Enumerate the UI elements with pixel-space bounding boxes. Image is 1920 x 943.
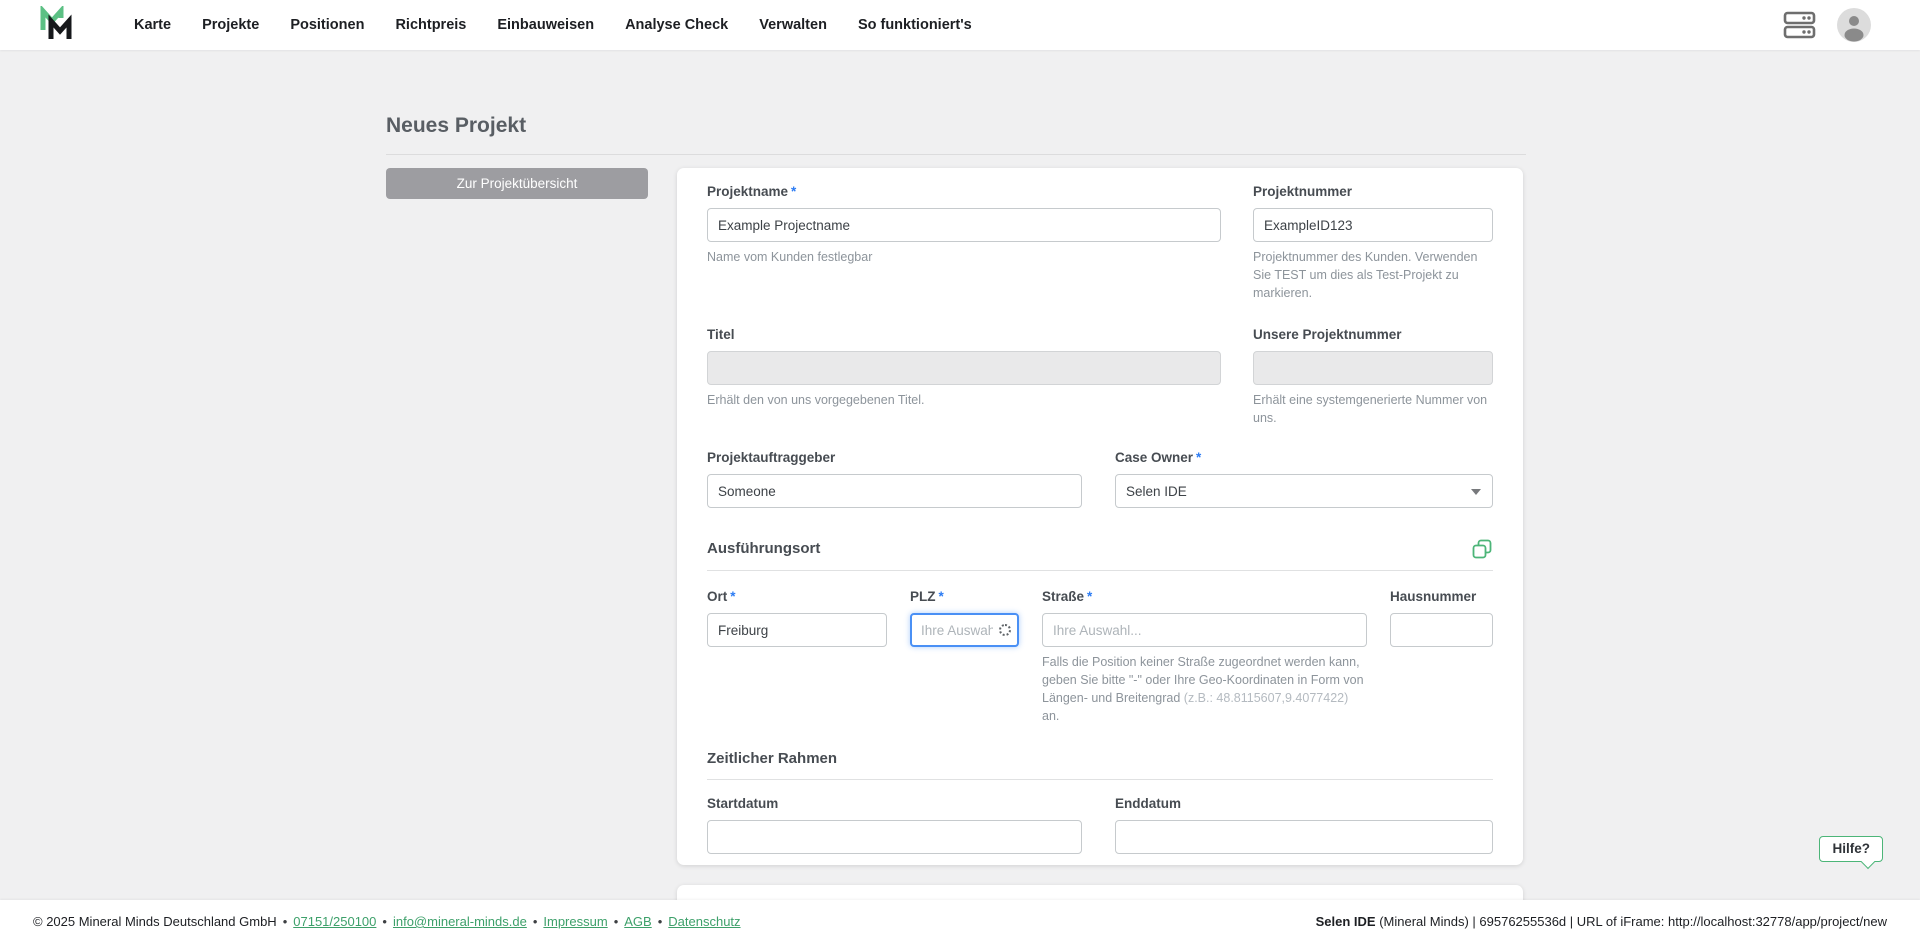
field-titel: Titel Erhält den von uns vorgegebenen Ti… [707,325,1221,427]
nav-item-analyse-check[interactable]: Analyse Check [625,17,728,33]
footer: © 2025 Mineral Minds Deutschland GmbH • … [0,900,1920,943]
copy-location-icon[interactable] [1471,538,1493,560]
form-row-dates: Startdatum Enddatum [707,794,1493,854]
top-navbar: Karte Projekte Positionen Richtpreis Einbauw… [0,0,1920,50]
hausnummer-input[interactable] [1390,613,1493,647]
projektname-helper: Name vom Kunden festlegbar [707,250,873,264]
case-owner-select[interactable]: Selen IDE [1115,474,1493,508]
footer-separator: • [613,914,619,929]
field-enddatum: Enddatum [1115,794,1493,854]
loading-spinner-icon [999,624,1011,636]
copyright-text: © 2025 Mineral Minds Deutschland GmbH [33,914,277,929]
page-title: Neues Projekt [386,114,527,137]
projektnummer-helper: Projektnummer des Kunden. Verwenden Sie … [1253,250,1478,300]
field-strasse: Straße* Falls die Position keiner Straße… [1042,587,1367,725]
next-card-sliver [677,885,1523,900]
required-asterisk: * [730,589,736,604]
help-button[interactable]: Hilfe? [1819,836,1883,862]
strasse-input[interactable] [1042,613,1367,647]
plz-label: PLZ * [910,589,944,604]
form-row-3: Projektauftraggeber Case Owner* Selen ID… [707,448,1493,508]
logo-double-m-icon [40,6,72,39]
copy-icon [1472,539,1492,559]
required-asterisk: * [938,589,944,604]
field-case-owner: Case Owner * Selen IDE [1115,448,1493,508]
required-asterisk: * [1087,589,1093,604]
strasse-helper: Falls die Position keiner Straße zugeord… [1042,655,1364,723]
form-row-1: Projektname* Name vom Kunden festlegbar … [707,182,1493,302]
ausfuehrungsort-divider [707,570,1493,571]
unsere-projektnummer-label: Unsere Projektnummer [1253,327,1402,342]
field-plz: PLZ * [910,587,1019,725]
form-row-4: Ort* PLZ* Straße* Falls die Position kei… [707,587,1493,725]
footer-email-link[interactable]: info@mineral-minds.de [393,914,527,929]
footer-status-text: Selen IDE (Mineral Minds) | 69576255536d… [1315,914,1887,929]
case-owner-value: Selen IDE [1126,483,1187,499]
field-projektname: Projektname* Name vom Kunden festlegbar [707,182,1221,302]
zeitlicher-rahmen-title: Zeitlicher Rahmen [707,750,838,767]
field-unsere-projektnummer: Unsere Projektnummer Erhält eine systemg… [1253,325,1493,427]
footer-links: Impressum • AGB • Datenschutz [543,914,740,929]
required-asterisk: * [1196,450,1202,465]
nav-items: Karte Projekte Positionen Richtpreis Einbauw… [134,17,972,33]
enddatum-label: Enddatum [1115,796,1181,811]
strasse-label: Straße * [1042,589,1093,604]
enddatum-input[interactable] [1115,820,1493,854]
titel-input [707,351,1221,385]
projektname-label: Projektname * [707,184,797,199]
footer-phone-link[interactable]: 07151/250100 [293,914,376,929]
server-stack-icon[interactable] [1783,10,1816,40]
unsere-projektnummer-helper: Erhält eine systemgenerierte Nummer von … [1253,393,1488,425]
nav-item-positionen[interactable]: Positionen [290,17,364,33]
new-project-form-card: Projektname* Name vom Kunden festlegbar … [677,168,1523,865]
nav-item-projekte[interactable]: Projekte [202,17,259,33]
field-projektnummer: Projektnummer Projektnummer des Kunden. … [1253,182,1493,302]
titel-label: Titel [707,327,735,342]
nav-item-karte[interactable]: Karte [134,17,171,33]
ort-input[interactable] [707,613,887,647]
footer-link-impressum[interactable]: Impressum [543,914,607,929]
section-zeitlicher-rahmen-header: Zeitlicher Rahmen [707,749,1493,769]
field-projektauftraggeber: Projektauftraggeber [707,448,1082,508]
unsere-projektnummer-input [1253,351,1493,385]
footer-separator: • [657,914,663,929]
title-divider [386,154,1526,155]
chevron-down-icon [1471,489,1481,495]
startdatum-input[interactable] [707,820,1082,854]
form-row-2: Titel Erhält den von uns vorgegebenen Ti… [707,325,1493,427]
case-owner-label: Case Owner * [1115,450,1202,465]
field-ort: Ort * [707,587,887,725]
nav-item-richtpreis[interactable]: Richtpreis [395,17,466,33]
strasse-helper-example: (z.B.: 48.8115607,9.4077422) [1183,691,1349,705]
mineral-minds-logo[interactable] [38,6,78,44]
projektauftraggeber-input[interactable] [707,474,1082,508]
user-avatar[interactable] [1837,8,1871,42]
footer-user: Selen IDE [1315,914,1376,929]
ort-label: Ort * [707,589,736,604]
projektnummer-label: Projektnummer [1253,184,1353,199]
zeitlicher-rahmen-divider [707,779,1493,780]
person-icon [1844,16,1864,42]
titel-helper: Erhält den von uns vorgegebenen Titel. [707,393,925,407]
field-hausnummer: Hausnummer [1390,587,1493,725]
nav-item-verwalten[interactable]: Verwalten [759,17,827,33]
projektname-input[interactable] [707,208,1221,242]
nav-item-einbauweisen[interactable]: Einbauweisen [497,17,594,33]
projektauftraggeber-label: Projektauftraggeber [707,450,836,465]
required-asterisk: * [791,184,797,199]
back-to-project-overview-button[interactable]: Zur Projektübersicht [386,168,648,199]
startdatum-label: Startdatum [707,796,779,811]
footer-left: © 2025 Mineral Minds Deutschland GmbH • … [33,914,741,929]
footer-link-datenschutz[interactable]: Datenschutz [668,914,740,929]
nav-item-so-funktioniert-s[interactable]: So funktioniert's [858,17,972,33]
footer-link-agb[interactable]: AGB [624,914,651,929]
nav-right [1783,8,1920,42]
plz-input-wrapper [910,613,1019,647]
projektnummer-input[interactable] [1253,208,1493,242]
ausfuehrungsort-title: Ausführungsort [707,540,821,557]
hausnummer-label: Hausnummer [1390,589,1477,604]
section-ausfuehrungsort-header: Ausführungsort [707,538,1493,560]
main-content: Neues Projekt Zur Projektübersicht Proje… [0,50,1920,900]
field-startdatum: Startdatum [707,794,1082,854]
